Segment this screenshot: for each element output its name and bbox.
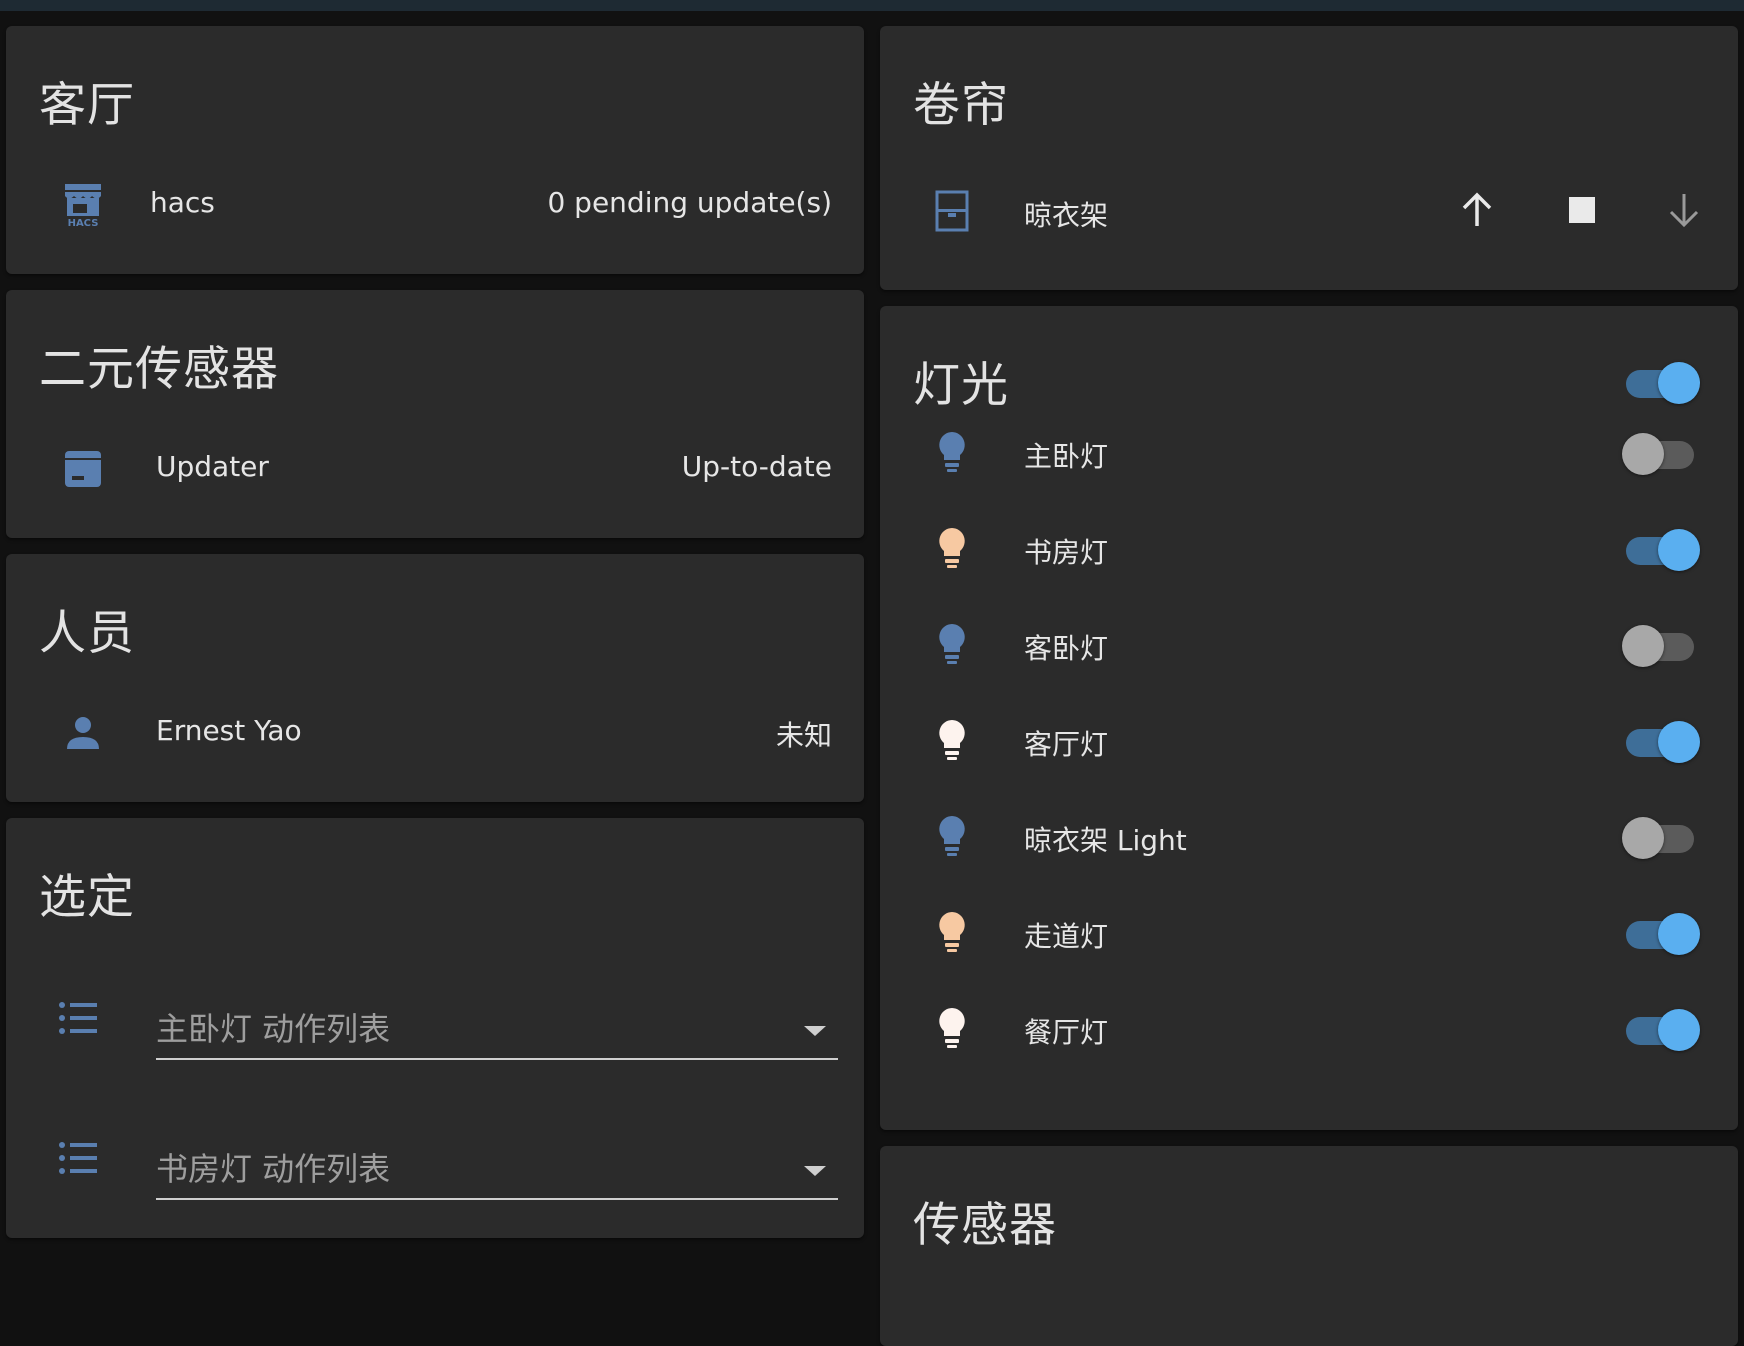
arrow-down-icon[interactable]: [1654, 180, 1714, 240]
light-toggle[interactable]: [1622, 622, 1698, 667]
card-light: 灯光 主卧灯书房灯客卧灯客厅灯晾衣架 Light 走道灯餐厅灯: [880, 306, 1738, 1130]
entity-state: Up-to-date: [681, 450, 832, 483]
select-value: 书房灯 动作列表: [156, 1150, 391, 1188]
toggle-knob: [1658, 1009, 1700, 1051]
lightbulb-icon[interactable]: [930, 718, 974, 762]
card-title: 选定: [39, 870, 135, 925]
card-title: 卷帘: [913, 78, 1009, 133]
toggle-knob: [1658, 721, 1700, 763]
lightbulb-icon[interactable]: [930, 1006, 974, 1050]
chevron-down-icon: [804, 1026, 826, 1036]
light-name[interactable]: 走道灯: [1024, 915, 1108, 955]
card-select: 选定 主卧灯 动作列表 书房灯 动作列表: [6, 818, 864, 1238]
light-toggle[interactable]: [1622, 1006, 1700, 1051]
toggle-all-lights[interactable]: [1622, 359, 1700, 404]
light-name[interactable]: 主卧灯: [1024, 435, 1108, 475]
entity-name[interactable]: hacs: [150, 186, 215, 219]
select-master-bedroom-actions[interactable]: 主卧灯 动作列表: [156, 980, 838, 1060]
svg-text:HACS: HACS: [68, 218, 99, 228]
light-name[interactable]: 客厅灯: [1024, 723, 1108, 763]
toggle-knob: [1658, 529, 1700, 571]
hacs-icon[interactable]: HACS: [61, 183, 105, 228]
lightbulb-icon[interactable]: [930, 910, 974, 954]
entity-state: 未知: [775, 719, 832, 752]
card-binary-sensor: 二元传感器 Updater Up-to-date: [6, 290, 864, 538]
lightbulb-icon[interactable]: [930, 814, 974, 858]
light-toggle[interactable]: [1622, 910, 1700, 955]
light-toggle[interactable]: [1622, 814, 1698, 859]
window-shutter-icon[interactable]: [930, 189, 974, 233]
entity-name[interactable]: 晾衣架: [1024, 194, 1108, 234]
card-living-room: 客厅 HACS hacs 0 pending update(s): [6, 26, 864, 274]
card-title: 传感器: [913, 1198, 1057, 1253]
light-toggle[interactable]: [1622, 526, 1700, 571]
card-person: 人员 Ernest Yao 未知: [6, 554, 864, 802]
light-name[interactable]: 餐厅灯: [1024, 1011, 1108, 1051]
package-icon[interactable]: [61, 447, 105, 491]
lightbulb-icon[interactable]: [930, 526, 974, 570]
lightbulb-icon[interactable]: [930, 622, 974, 666]
arrow-up-icon[interactable]: [1447, 180, 1507, 240]
app-header-bar: [0, 0, 1744, 11]
entity-name[interactable]: Updater: [156, 450, 269, 483]
card-title: 客厅: [39, 78, 135, 133]
card-title: 灯光: [913, 358, 1009, 413]
toggle-knob: [1622, 817, 1664, 859]
account-icon[interactable]: [61, 711, 105, 755]
stop-icon[interactable]: [1552, 180, 1612, 240]
light-name[interactable]: 客卧灯: [1024, 627, 1108, 667]
chevron-down-icon: [804, 1166, 826, 1176]
card-sensor: 传感器: [880, 1146, 1738, 1346]
toggle-knob: [1658, 913, 1700, 955]
select-value: 主卧灯 动作列表: [156, 1010, 391, 1048]
card-cover: 卷帘 晾衣架: [880, 26, 1738, 290]
entity-name[interactable]: Ernest Yao: [156, 714, 302, 747]
lightbulb-icon[interactable]: [930, 430, 974, 474]
light-name[interactable]: 书房灯: [1024, 531, 1108, 571]
card-title: 二元传感器: [39, 342, 279, 397]
format-list-bulleted-icon: [56, 1136, 100, 1180]
toggle-knob: [1622, 433, 1664, 475]
light-toggle[interactable]: [1622, 718, 1700, 763]
format-list-bulleted-icon: [56, 996, 100, 1040]
light-toggle[interactable]: [1622, 430, 1698, 475]
light-name[interactable]: 晾衣架 Light: [1024, 819, 1187, 859]
entity-state: 0 pending update(s): [547, 186, 832, 219]
card-title: 人员: [39, 606, 135, 661]
select-study-actions[interactable]: 书房灯 动作列表: [156, 1120, 838, 1200]
toggle-knob: [1622, 625, 1664, 667]
toggle-knob: [1658, 362, 1700, 404]
